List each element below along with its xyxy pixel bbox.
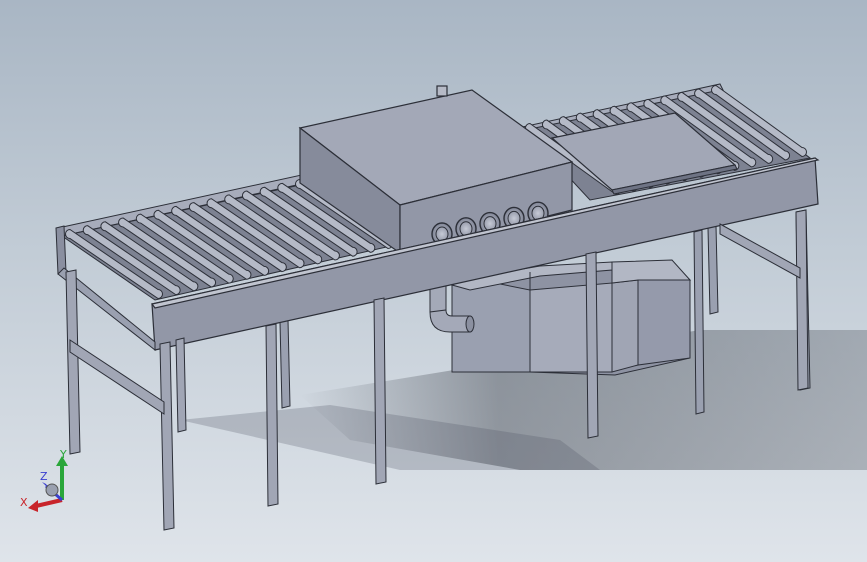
- coordinate-triad: Y X Z: [20, 448, 68, 512]
- triad-y-label: Y: [59, 448, 67, 461]
- model-view[interactable]: Y X Z: [0, 0, 867, 562]
- graphics-viewport[interactable]: Y X Z: [0, 0, 867, 562]
- triad-z-label: Z: [40, 470, 48, 483]
- triad-x-label: X: [20, 496, 28, 509]
